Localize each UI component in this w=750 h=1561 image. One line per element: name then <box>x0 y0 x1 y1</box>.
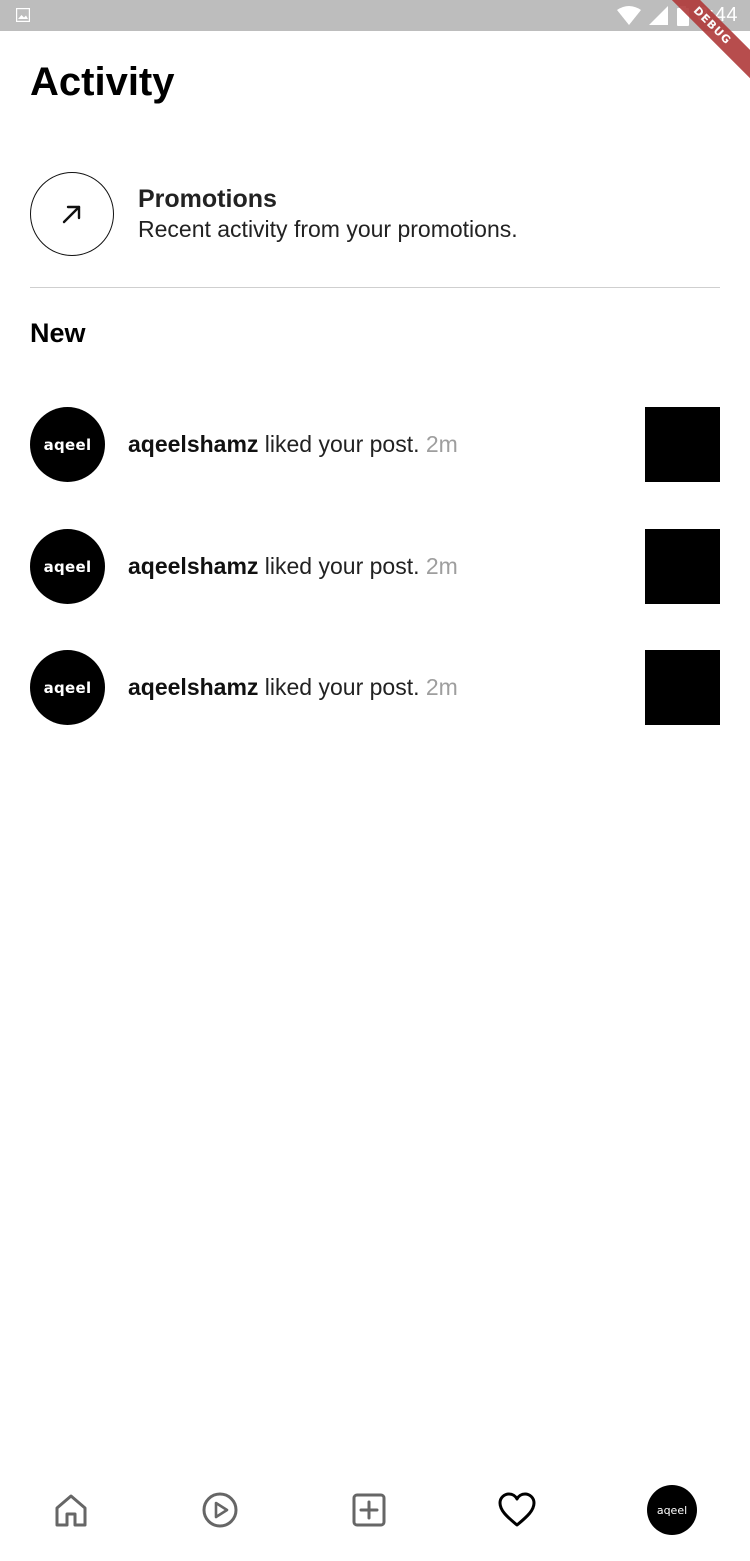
user-avatar[interactable]: aqeel <box>30 407 105 482</box>
post-thumbnail[interactable] <box>645 407 720 482</box>
section-heading-new: New <box>30 318 86 348</box>
page-title: Activity <box>30 60 175 104</box>
activity-action: liked your post. <box>258 431 426 457</box>
post-thumbnail[interactable] <box>645 650 720 725</box>
nav-profile[interactable]: aqeel <box>647 1470 697 1550</box>
nav-reels[interactable] <box>195 1470 245 1550</box>
activity-username[interactable]: aqeelshamz <box>128 431 258 457</box>
promotions-title: Promotions <box>138 185 277 213</box>
activity-item[interactable]: aqeel aqeelshamz liked your post. 2m <box>30 650 720 725</box>
divider <box>30 287 720 288</box>
play-circle-icon <box>202 1492 238 1528</box>
user-avatar[interactable]: aqeel <box>30 650 105 725</box>
heart-icon <box>498 1492 536 1527</box>
nav-home[interactable] <box>46 1470 96 1550</box>
bottom-navigation: aqeel <box>0 1470 750 1550</box>
promotions-icon-circle <box>30 172 114 256</box>
activity-username[interactable]: aqeelshamz <box>128 553 258 579</box>
activity-text: aqeelshamz liked your post. 2m <box>128 431 458 458</box>
activity-time: 2m <box>425 553 458 579</box>
add-square-icon <box>352 1493 386 1527</box>
activity-item[interactable]: aqeel aqeelshamz liked your post. 2m <box>30 407 720 482</box>
user-avatar[interactable]: aqeel <box>30 529 105 604</box>
status-bar: 3:44 <box>0 0 750 31</box>
arrow-up-right-icon <box>62 205 81 224</box>
activity-text: aqeelshamz liked your post. 2m <box>128 553 458 580</box>
cell-signal-icon <box>649 5 669 25</box>
activity-username[interactable]: aqeelshamz <box>128 674 258 700</box>
activity-action: liked your post. <box>258 674 426 700</box>
activity-item[interactable]: aqeel aqeelshamz liked your post. 2m <box>30 529 720 604</box>
profile-avatar: aqeel <box>647 1485 697 1535</box>
activity-time: 2m <box>425 674 458 700</box>
nav-activity[interactable] <box>492 1470 542 1550</box>
promotions-entry[interactable]: Promotions Recent activity from your pro… <box>30 171 720 257</box>
image-icon <box>16 8 30 22</box>
home-icon <box>55 1494 87 1527</box>
nav-create-post[interactable] <box>344 1470 394 1550</box>
post-thumbnail[interactable] <box>645 529 720 604</box>
activity-action: liked your post. <box>258 553 426 579</box>
activity-time: 2m <box>425 431 458 457</box>
promotions-text: Promotions Recent activity from your pro… <box>138 184 518 244</box>
wifi-icon <box>617 5 642 25</box>
activity-text: aqeelshamz liked your post. 2m <box>128 674 458 701</box>
promotions-subtitle: Recent activity from your promotions. <box>138 216 518 242</box>
